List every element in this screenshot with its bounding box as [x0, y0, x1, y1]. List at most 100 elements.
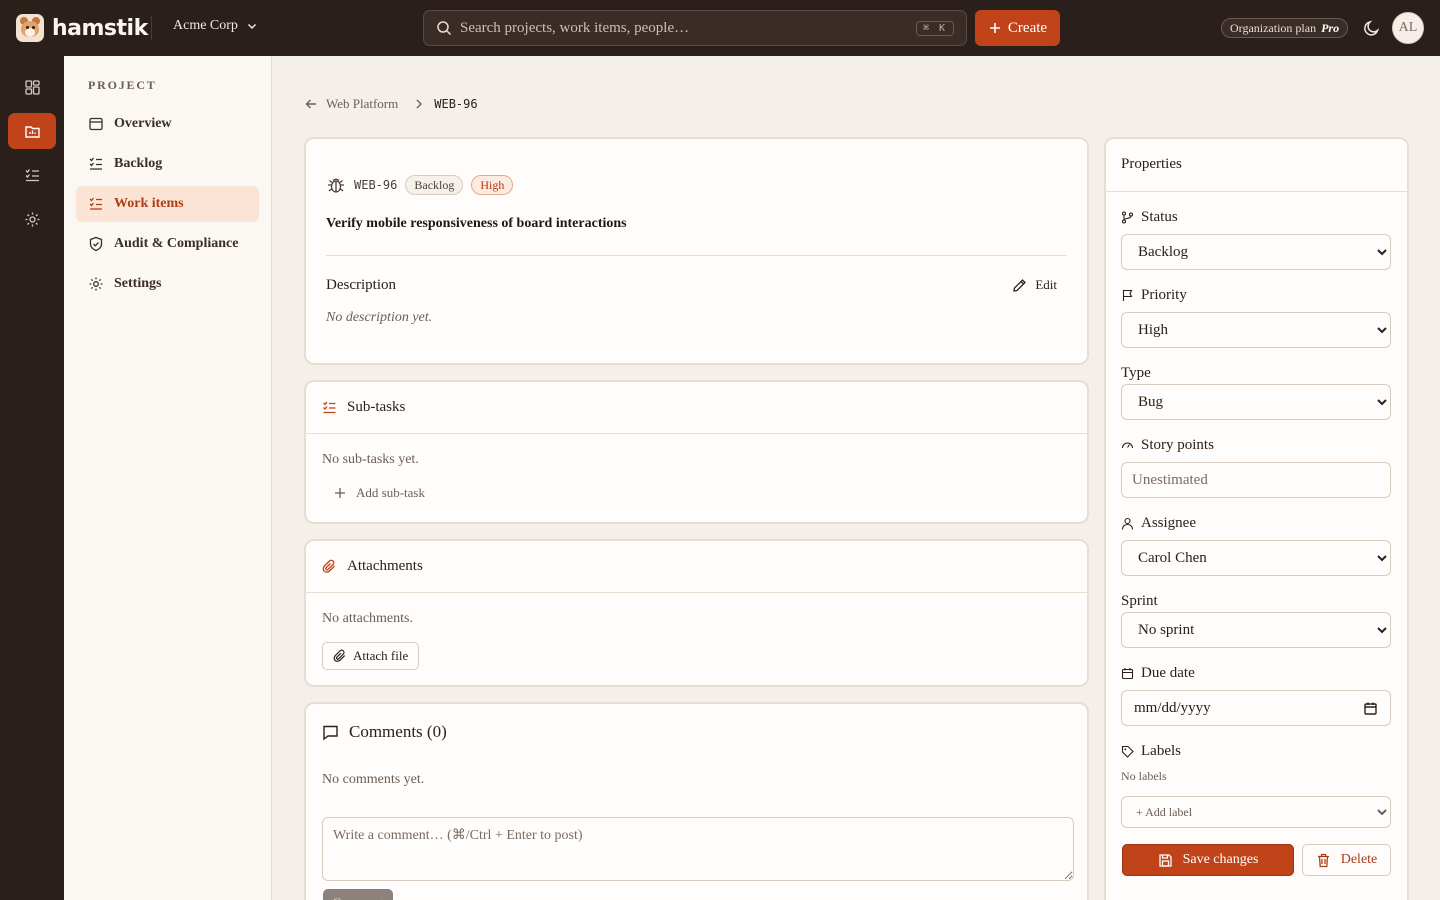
moon-icon[interactable] — [1362, 18, 1382, 38]
attachments-empty: No attachments. — [322, 611, 413, 626]
create-label: Create — [1007, 19, 1048, 36]
projects-icon — [24, 125, 40, 138]
comments-card: Comments (0) No comments yet. Comment — [304, 702, 1089, 900]
add-subtask-button[interactable]: Add sub-task — [334, 485, 425, 501]
bug-icon — [328, 178, 344, 193]
status-badge: Backlog — [405, 175, 464, 195]
create-button[interactable]: Create — [975, 10, 1060, 46]
properties-panel: Properties Status Backlog Priority High … — [1104, 137, 1409, 900]
labels-empty: No labels — [1121, 769, 1167, 783]
add-label-select[interactable]: + Add label — [1121, 796, 1391, 828]
priority-select[interactable]: High — [1121, 312, 1391, 348]
story-points-input[interactable] — [1121, 462, 1391, 498]
sidebar-item-label: Settings — [114, 276, 162, 291]
plan-label: Organization plan — [1230, 20, 1317, 35]
rail-settings[interactable] — [8, 201, 56, 237]
labels-field-label: Labels — [1121, 743, 1181, 760]
edit-description-button[interactable]: Edit — [1012, 277, 1057, 293]
edit-label: Edit — [1035, 277, 1057, 292]
search-input[interactable] — [460, 19, 908, 37]
checklist-icon — [323, 401, 336, 414]
shield-icon — [89, 236, 103, 252]
attachments-title: Attachments — [347, 558, 423, 574]
dashboard-icon — [24, 79, 40, 95]
settings-icon — [25, 212, 39, 226]
assignee-select[interactable]: Carol Chen — [1121, 540, 1391, 576]
plan-tier: Pro — [1321, 20, 1340, 35]
gauge-icon — [1121, 442, 1134, 449]
sidebar-item-backlog[interactable]: Backlog — [76, 146, 259, 182]
rail-tasks[interactable] — [8, 157, 56, 193]
org-name: Acme Corp — [173, 18, 238, 33]
properties-title: Properties — [1106, 139, 1407, 192]
sidebar-item-audit-compliance[interactable]: Audit & Compliance — [76, 226, 259, 262]
labels-label: Labels — [1141, 743, 1181, 759]
priority-label: Priority — [1141, 287, 1187, 303]
breadcrumb-current: WEB-96 — [434, 97, 478, 111]
search-icon — [437, 21, 452, 36]
comment-input[interactable] — [322, 817, 1074, 881]
save-changes-button[interactable]: Save changes — [1122, 844, 1294, 876]
comment-icon — [323, 725, 338, 740]
tasks-icon — [25, 168, 39, 181]
rail-dashboard[interactable] — [8, 69, 56, 105]
description-label: Description — [326, 277, 396, 293]
calendar-icon — [1121, 668, 1134, 680]
attach-file-label: Attach file — [353, 648, 409, 663]
app-logo[interactable]: hamstik — [16, 14, 148, 42]
description-empty: No description yet. — [326, 310, 433, 325]
subtasks-empty: No sub-tasks yet. — [322, 452, 419, 467]
plan-badge: Organization plan Pro — [1221, 18, 1349, 38]
assignee-field-label: Assignee — [1121, 515, 1196, 532]
hamster-logo-icon — [16, 14, 44, 42]
sprint-select[interactable]: No sprint — [1121, 612, 1391, 648]
due-date-field-label: Due date — [1121, 665, 1195, 682]
story-points-field-label: Story points — [1121, 437, 1214, 454]
user-avatar[interactable]: AL — [1392, 12, 1424, 44]
sidebar-item-label: Overview — [114, 116, 172, 131]
subtasks-card: Sub-tasks No sub-tasks yet. Add sub-task — [304, 380, 1089, 524]
add-subtask-label: Add sub-task — [356, 485, 425, 500]
chevron-right-icon — [416, 99, 423, 109]
post-comment-button[interactable]: Comment — [323, 889, 393, 900]
app-name: hamstik — [52, 15, 148, 41]
comments-title: Comments (0) — [349, 722, 447, 741]
sidebar-item-settings[interactable]: Settings — [76, 266, 259, 302]
topbar-divider — [151, 16, 152, 40]
type-select[interactable]: Bug — [1121, 384, 1391, 420]
status-select[interactable]: Backlog — [1121, 234, 1391, 270]
arrow-left-icon[interactable] — [304, 97, 318, 111]
delete-label: Delete — [1340, 852, 1378, 867]
due-date-placeholder: mm/dd/yyyy — [1134, 699, 1211, 716]
overview-icon — [89, 117, 103, 131]
breadcrumb: Web Platform WEB-96 — [304, 96, 478, 112]
attachments-header: Attachments — [306, 541, 1087, 593]
issue-card: WEB-96 Backlog High Verify mobile respon… — [304, 137, 1089, 365]
rail-projects[interactable] — [8, 113, 56, 149]
due-date-label: Due date — [1141, 665, 1195, 681]
paperclip-icon — [322, 559, 335, 573]
git-branch-icon — [1121, 211, 1134, 224]
delete-button[interactable]: Delete — [1302, 844, 1391, 876]
save-changes-label: Save changes — [1182, 852, 1259, 867]
global-search[interactable]: ⌘ K — [423, 10, 967, 46]
sidebar-heading: PROJECT — [88, 78, 157, 92]
calendar-picker-icon[interactable] — [1363, 701, 1378, 716]
issue-title[interactable]: Verify mobile responsiveness of board in… — [326, 216, 627, 232]
attach-file-button[interactable]: Attach file — [322, 642, 420, 670]
breadcrumb-parent[interactable]: Web Platform — [326, 96, 398, 112]
plus-icon — [989, 23, 1000, 33]
sidebar-item-label: Work items — [114, 196, 184, 211]
issue-key: WEB-96 — [354, 178, 398, 192]
due-date-input[interactable]: mm/dd/yyyy — [1121, 690, 1391, 726]
story-points-label: Story points — [1141, 437, 1214, 453]
chevron-down-icon — [247, 23, 256, 30]
org-switcher[interactable]: Acme Corp — [173, 18, 258, 34]
sidebar-item-work-items[interactable]: Work items — [76, 186, 259, 222]
sidebar-item-overview[interactable]: Overview — [76, 106, 259, 142]
priority-field-label: Priority — [1121, 287, 1187, 304]
comments-empty: No comments yet. — [322, 772, 425, 787]
sidebar-item-label: Audit & Compliance — [114, 236, 239, 251]
pencil-icon — [1013, 278, 1027, 292]
priority-badge: High — [471, 175, 514, 195]
